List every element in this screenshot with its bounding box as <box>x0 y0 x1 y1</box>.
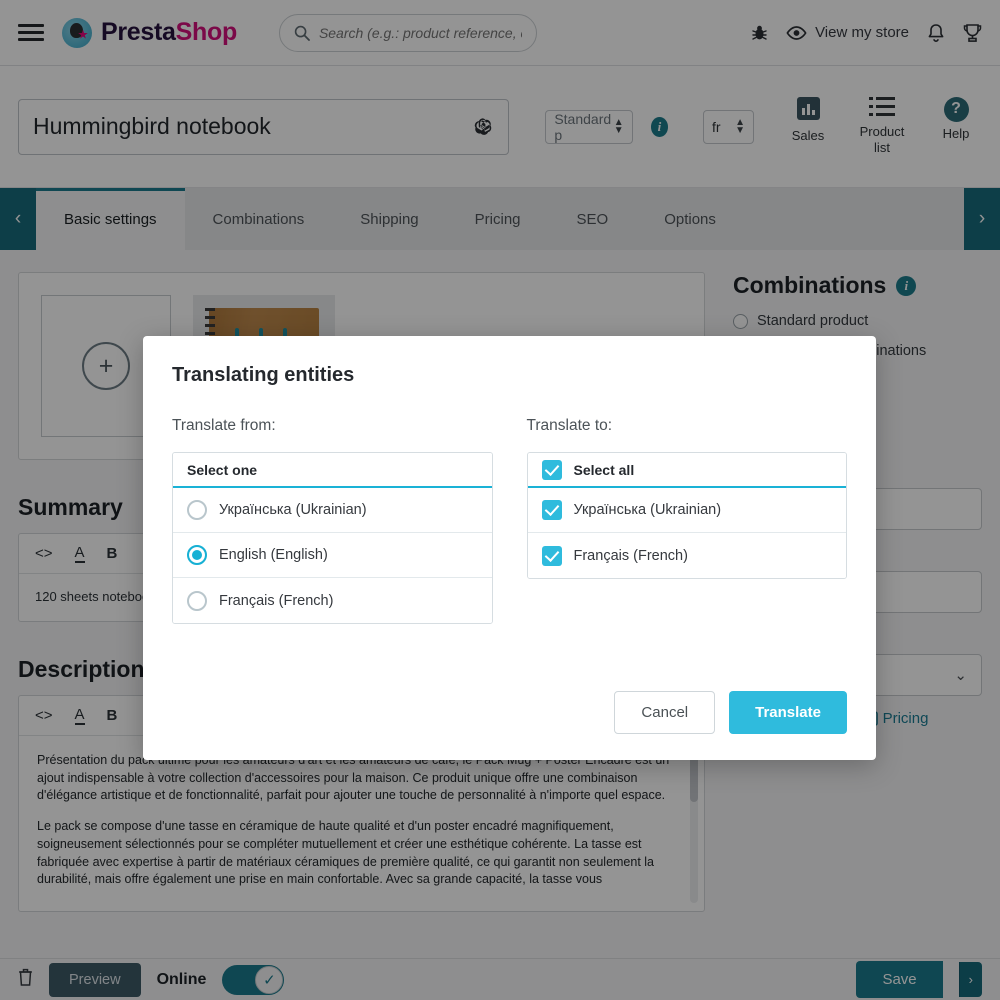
radio-selected-icon <box>187 545 207 565</box>
modal-title: Translating entities <box>172 364 355 386</box>
from-option-french[interactable]: Français (French) <box>173 578 492 623</box>
select-one-header: Select one <box>173 453 492 488</box>
from-option-ukrainian[interactable]: Українська (Ukrainian) <box>173 488 492 533</box>
select-all-label: Select all <box>573 461 635 478</box>
to-option-french-label: Français (French) <box>573 547 688 564</box>
modal-footer: Cancel Translate <box>614 691 847 734</box>
from-option-french-label: Français (French) <box>219 592 334 609</box>
translate-to-label: Translate to: <box>526 417 613 434</box>
to-option-ukrainian-label: Українська (Ukrainian) <box>573 502 722 518</box>
translate-to-listbox: Select all Українська (Ukrainian) França… <box>526 452 847 579</box>
from-option-english-label: English (English) <box>219 547 328 563</box>
select-one-label: Select one <box>187 461 258 478</box>
checkbox-checked-icon <box>541 545 562 566</box>
app-root: PrestaShop View my store <box>0 0 1000 1000</box>
radio-icon <box>187 500 207 520</box>
translate-to-column: Translate to: Select all Українська (Ukr… <box>526 417 847 624</box>
from-option-ukrainian-label: Українська (Ukrainian) <box>219 502 367 518</box>
modal-columns: Translate from: Select one Українська (U… <box>172 417 847 624</box>
translate-from-listbox: Select one Українська (Ukrainian) Englis… <box>172 452 493 624</box>
checkbox-checked-icon <box>541 459 562 480</box>
from-option-english[interactable]: English (English) <box>173 533 492 578</box>
translate-from-label: Translate from: <box>172 417 276 434</box>
to-option-french[interactable]: Français (French) <box>527 533 846 578</box>
to-option-ukrainian[interactable]: Українська (Ukrainian) <box>527 488 846 533</box>
radio-icon <box>187 590 207 611</box>
translating-entities-modal: Translating entities Translate from: Sel… <box>143 336 876 760</box>
translate-from-column: Translate from: Select one Українська (U… <box>172 417 493 624</box>
translate-button[interactable]: Translate <box>729 691 847 734</box>
checkbox-checked-icon <box>541 500 562 520</box>
cancel-button[interactable]: Cancel <box>614 691 716 734</box>
select-all-header[interactable]: Select all <box>527 453 846 488</box>
